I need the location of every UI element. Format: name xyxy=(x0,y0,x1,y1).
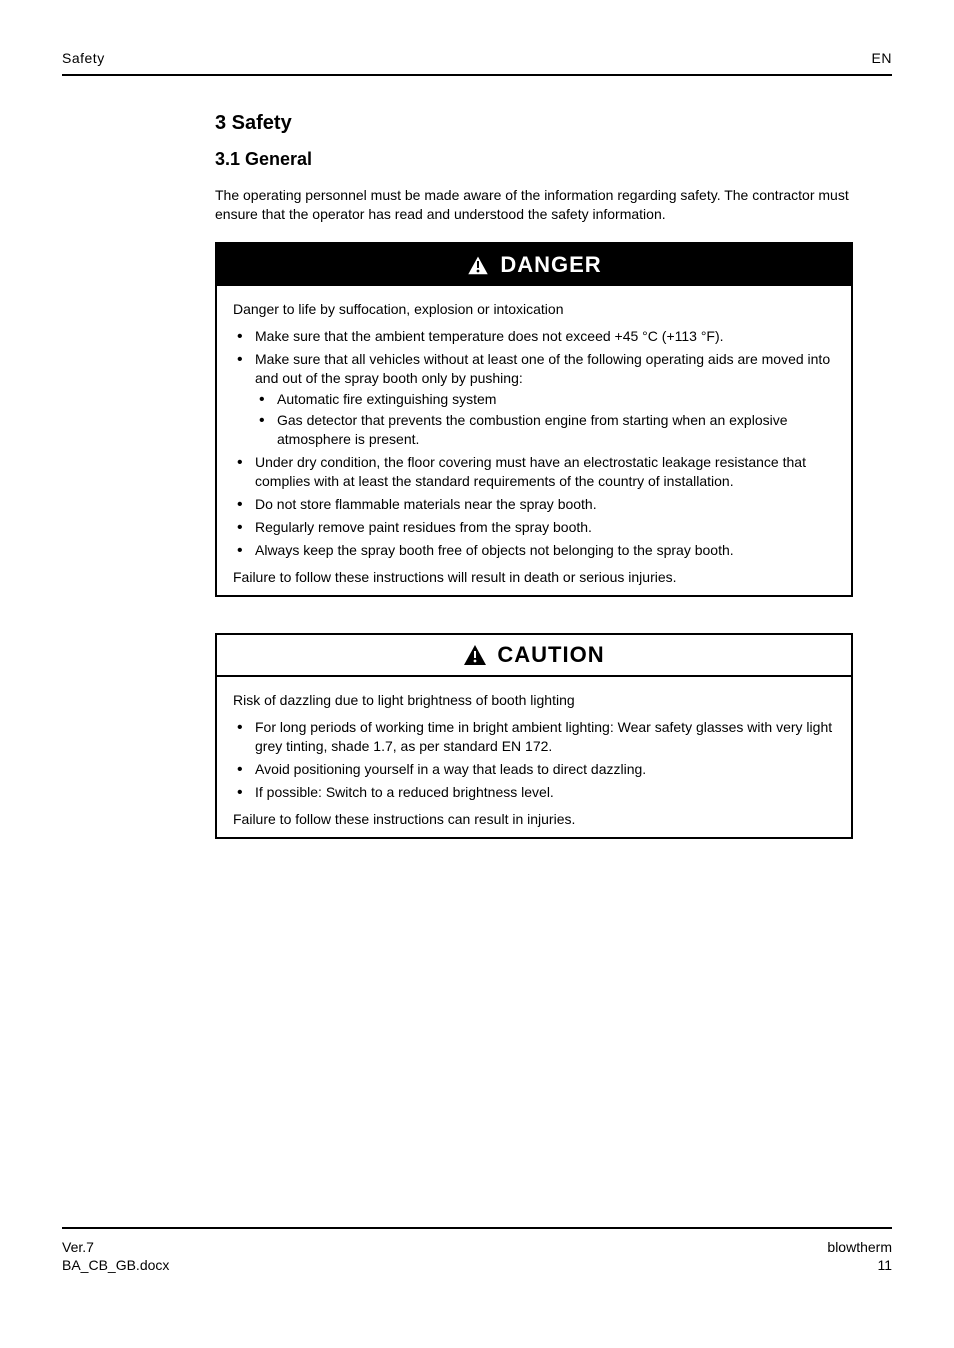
caution-body: Risk of dazzling due to light brightness… xyxy=(217,677,851,837)
caution-label: CAUTION xyxy=(497,642,604,668)
danger-body: Danger to life by suffocation, explosion… xyxy=(217,286,851,595)
list-item: Regularly remove paint residues from the… xyxy=(233,518,835,537)
danger-lead: Danger to life by suffocation, explosion… xyxy=(233,300,835,319)
footer-version: Ver.7 xyxy=(62,1238,169,1256)
list-item: Always keep the spray booth free of obje… xyxy=(233,541,835,560)
content-column: 3 Safety 3.1 General The operating perso… xyxy=(215,112,855,875)
list-item: Gas detector that prevents the combustio… xyxy=(255,411,835,449)
danger-header: DANGER xyxy=(217,244,851,286)
caution-box: CAUTION Risk of dazzling due to light br… xyxy=(215,633,853,839)
footer-left: Ver.7 BA_CB_GB.docx xyxy=(62,1238,169,1274)
intro-paragraph: The operating personnel must be made awa… xyxy=(215,186,855,224)
danger-failure: Failure to follow these instructions wil… xyxy=(233,568,835,587)
list-item: Automatic fire extinguishing system xyxy=(255,390,835,409)
footer-page-number: 11 xyxy=(827,1256,892,1274)
caution-list: For long periods of working time in brig… xyxy=(233,718,835,802)
footer-rule xyxy=(62,1227,892,1229)
list-item-text: Make sure that all vehicles without at l… xyxy=(255,351,830,386)
header-rule xyxy=(62,74,892,76)
alert-icon xyxy=(466,254,490,276)
list-item: If possible: Switch to a reduced brightn… xyxy=(233,783,835,802)
danger-box: DANGER Danger to life by suffocation, ex… xyxy=(215,242,853,597)
alert-icon xyxy=(463,644,487,666)
danger-label: DANGER xyxy=(500,252,601,278)
list-item: Make sure that all vehicles without at l… xyxy=(233,350,835,449)
list-item: For long periods of working time in brig… xyxy=(233,718,835,756)
subsection-title: 3.1 General xyxy=(215,149,855,170)
caution-header: CAUTION xyxy=(217,635,851,677)
list-item: Under dry condition, the floor covering … xyxy=(233,453,835,491)
footer-brand: blowtherm xyxy=(827,1238,892,1256)
danger-list: Make sure that the ambient temperature d… xyxy=(233,327,835,560)
danger-sublist: Automatic fire extinguishing system Gas … xyxy=(255,390,835,449)
list-item: Do not store flammable materials near th… xyxy=(233,495,835,514)
list-item: Avoid positioning yourself in a way that… xyxy=(233,760,835,779)
caution-lead: Risk of dazzling due to light brightness… xyxy=(233,691,835,710)
footer-right: blowtherm 11 xyxy=(827,1238,892,1274)
footer-filename: BA_CB_GB.docx xyxy=(62,1256,169,1274)
running-head-left: Safety xyxy=(62,50,105,66)
running-head-right: EN xyxy=(872,50,892,66)
section-number-title: 3 Safety xyxy=(215,112,855,135)
list-item: Make sure that the ambient temperature d… xyxy=(233,327,835,346)
caution-failure: Failure to follow these instructions can… xyxy=(233,810,835,829)
